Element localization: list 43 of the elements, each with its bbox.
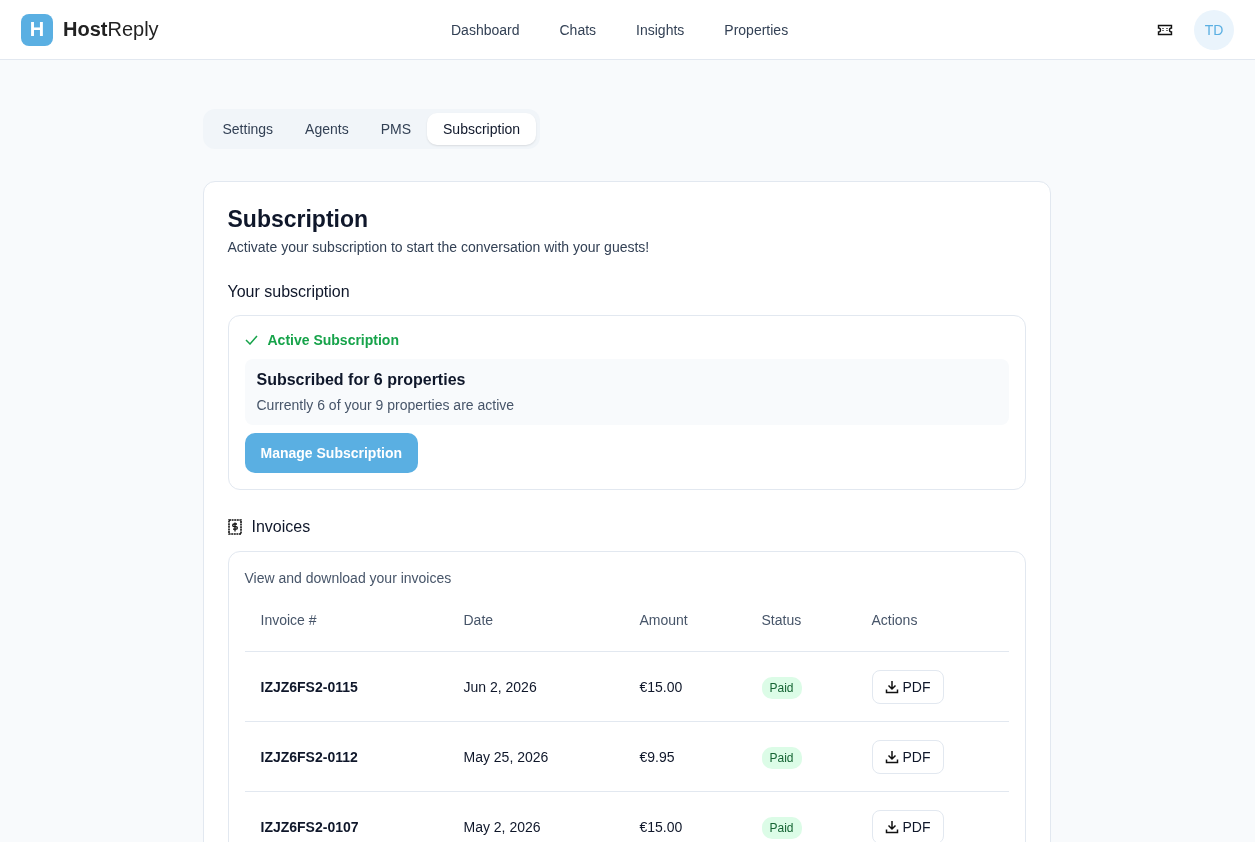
download-icon — [884, 819, 899, 834]
pdf-download-button[interactable]: PDF — [871, 809, 944, 842]
nav-link[interactable]: Insights — [636, 21, 685, 38]
invoice-date: May 25, 2026 — [463, 748, 550, 765]
column-header: Status — [761, 612, 803, 628]
pdf-download-button[interactable]: PDF — [871, 739, 944, 774]
invoices-description: View and download your invoices — [244, 570, 453, 586]
status-badge: Paid — [761, 816, 802, 839]
status-badge: Paid — [761, 746, 802, 769]
invoice-date: May 2, 2026 — [463, 818, 542, 835]
section-heading: Invoices — [251, 518, 311, 536]
column-header: Date — [463, 612, 495, 628]
download-icon — [884, 749, 899, 764]
invoice-amount: €15.00 — [639, 818, 684, 835]
tab[interactable]: PMS — [364, 113, 428, 145]
section-heading: Your subscription — [227, 283, 351, 301]
status-label: Active Subscription — [267, 332, 399, 348]
logo-icon: H — [21, 13, 53, 46]
plan-detail: Currently 6 of your 9 properties are active — [256, 397, 516, 413]
invoice-number: IZJZ6FS2-0107 — [260, 818, 360, 835]
invoice-number: IZJZ6FS2-0115 — [260, 678, 359, 695]
brand-name: HostReply — [63, 18, 159, 41]
tab[interactable]: Subscription — [427, 113, 537, 145]
column-header: Invoice # — [260, 612, 318, 628]
invoice-date: Jun 2, 2026 — [463, 678, 538, 695]
column-header: Amount — [639, 612, 689, 628]
pdf-download-button[interactable]: PDF — [871, 669, 944, 704]
column-header: Actions — [871, 612, 919, 628]
receipt-icon — [227, 519, 242, 535]
invoice-number: IZJZ6FS2-0112 — [260, 748, 359, 765]
page-subtitle: Activate your subscription to start the conversation with your guests! — [227, 239, 651, 255]
ticket-icon[interactable] — [1157, 23, 1173, 36]
download-icon — [884, 679, 899, 694]
plan-title: Subscribed for 6 properties — [256, 371, 467, 389]
nav-link[interactable]: Dashboard — [451, 21, 520, 38]
nav-link[interactable]: Chats — [559, 21, 597, 38]
page-title: Subscription — [227, 206, 370, 233]
status-badge: Paid — [761, 676, 802, 699]
nav-link[interactable]: Properties — [724, 21, 789, 38]
invoice-amount: €15.00 — [639, 678, 684, 695]
tab[interactable]: Settings — [206, 113, 290, 145]
tab[interactable]: Agents — [289, 113, 365, 145]
invoice-amount: €9.95 — [639, 748, 676, 765]
